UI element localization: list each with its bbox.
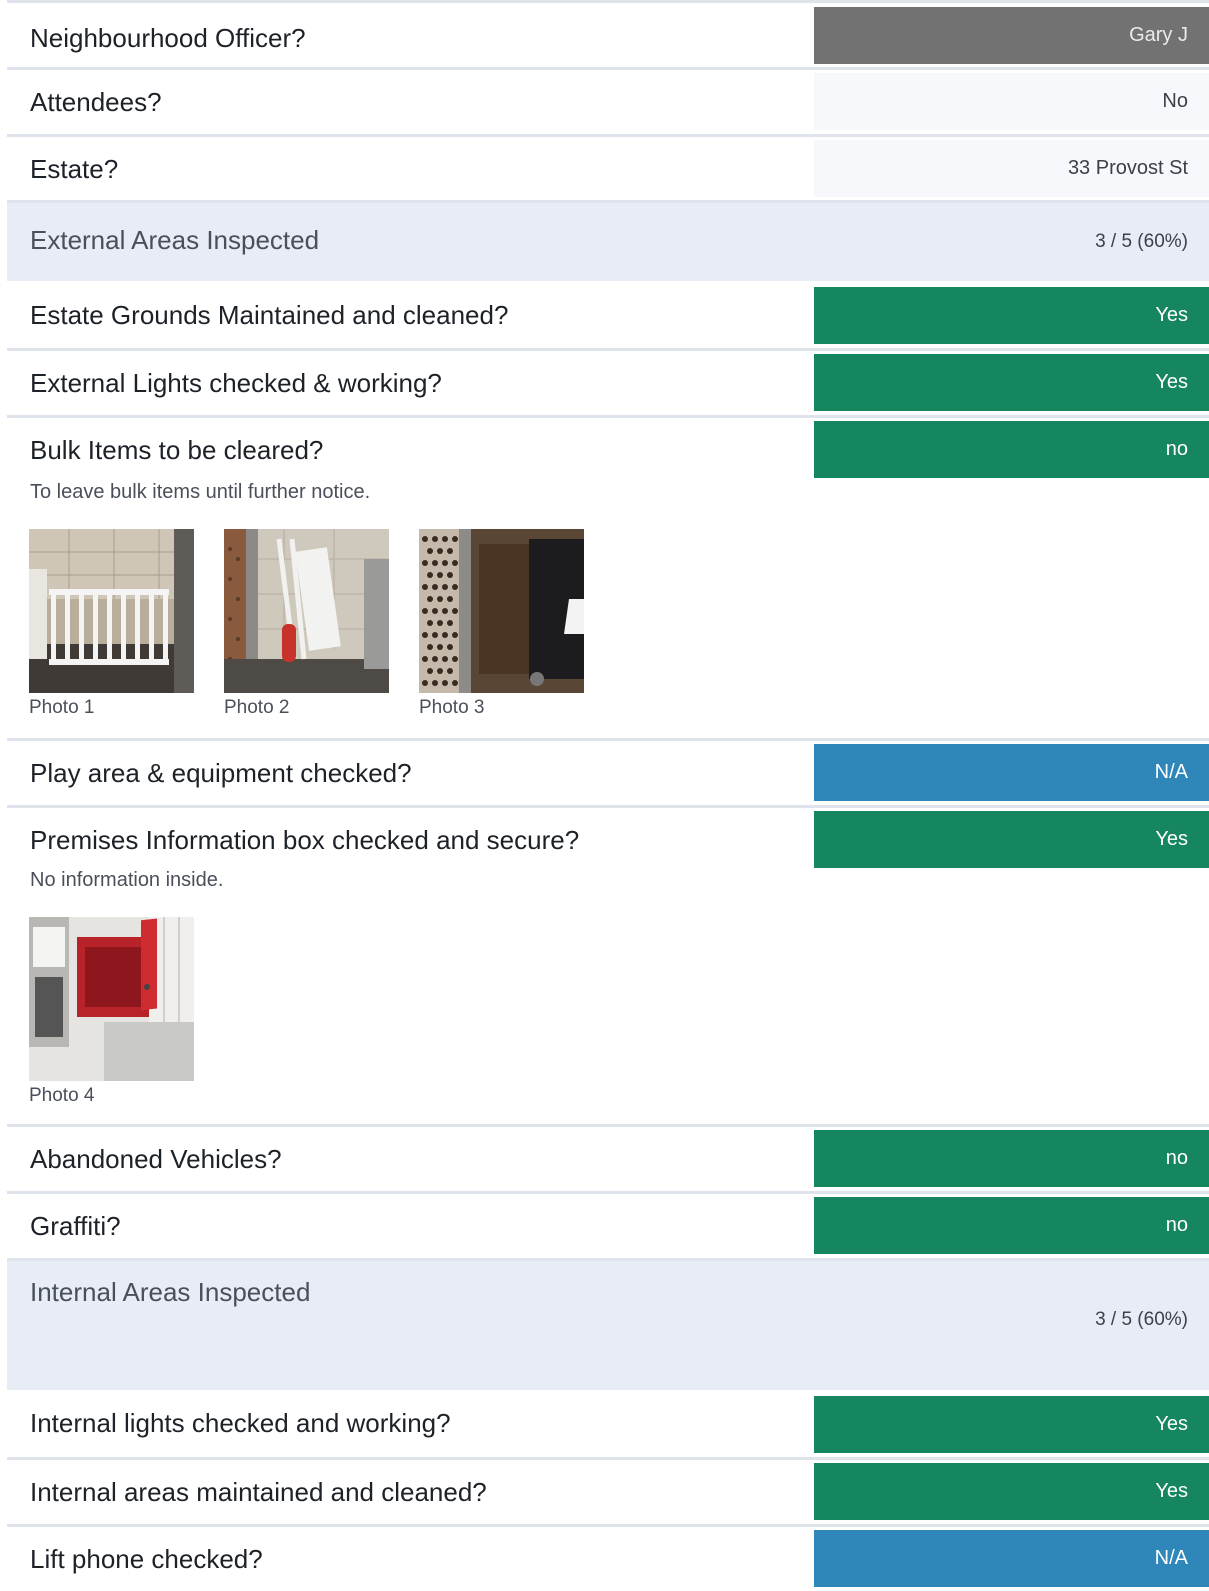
row-external-lights: External Lights checked & working? Yes: [7, 348, 1209, 415]
question-lift-phone: Lift phone checked?: [30, 1544, 263, 1574]
row-abandoned-vehicles: Abandoned Vehicles? no: [7, 1124, 1209, 1191]
answer-lift-phone: N/A: [814, 1530, 1209, 1587]
answer-premises-box: Yes: [814, 811, 1209, 868]
row-internal-lights: Internal lights checked and working? Yes: [7, 1390, 1209, 1457]
question-grounds: Estate Grounds Maintained and cleaned?: [30, 300, 509, 330]
section-score-external: 3 / 5 (60%): [1095, 231, 1188, 252]
photo-3-image[interactable]: [419, 529, 584, 693]
answer-attendees: No: [814, 73, 1209, 130]
answer-internal-lights: Yes: [814, 1396, 1209, 1453]
row-graffiti: Graffiti? no: [7, 1191, 1209, 1258]
answer-graffiti: no: [814, 1197, 1209, 1254]
question-external-lights: External Lights checked & working?: [30, 368, 442, 398]
section-title-internal: Internal Areas Inspected: [30, 1277, 311, 1307]
answer-play-area: N/A: [814, 744, 1209, 801]
row-bulk-items: Bulk Items to be cleared? no To leave bu…: [7, 415, 1209, 740]
photo-1-caption: Photo 1: [29, 697, 95, 718]
answer-bulk-items: no: [814, 421, 1209, 478]
section-internal: Internal Areas Inspected 3 / 5 (60%): [7, 1258, 1209, 1390]
answer-estate: 33 Provost St: [814, 140, 1209, 197]
row-attendees: Attendees? No: [7, 67, 1209, 134]
answer-external-lights: Yes: [814, 354, 1209, 411]
question-estate: Estate?: [30, 154, 119, 184]
question-attendees: Attendees?: [30, 87, 162, 117]
photo-3-caption: Photo 3: [419, 697, 485, 718]
section-external: External Areas Inspected 3 / 5 (60%): [7, 200, 1209, 281]
question-graffiti: Graffiti?: [30, 1211, 121, 1241]
section-score-internal: 3 / 5 (60%): [1095, 1309, 1188, 1330]
row-premises-box: Premises Information box checked and sec…: [7, 805, 1209, 1128]
note-bulk-items: To leave bulk items until further notice…: [30, 481, 371, 503]
question-abandoned-vehicles: Abandoned Vehicles?: [30, 1144, 282, 1174]
row-play-area: Play area & equipment checked? N/A: [7, 738, 1209, 805]
row-internal-areas: Internal areas maintained and cleaned? Y…: [7, 1457, 1209, 1524]
question-officer: Neighbourhood Officer?: [30, 23, 306, 53]
answer-abandoned-vehicles: no: [814, 1130, 1209, 1187]
photo-3[interactable]: Photo 3: [419, 529, 584, 720]
photo-2-caption: Photo 2: [224, 697, 290, 718]
photo-4-image[interactable]: [29, 917, 194, 1081]
question-bulk-items: Bulk Items to be cleared?: [30, 435, 324, 465]
row-officer: Neighbourhood Officer? Gary J: [7, 0, 1209, 67]
photo-4-caption: Photo 4: [29, 1085, 95, 1106]
question-play-area: Play area & equipment checked?: [30, 758, 412, 788]
question-premises-box: Premises Information box checked and sec…: [30, 825, 580, 855]
note-premises-box: No information inside.: [30, 869, 224, 891]
row-lift-phone: Lift phone checked? N/A: [7, 1524, 1209, 1587]
photo-4[interactable]: Photo 4: [29, 917, 194, 1108]
photo-1[interactable]: Photo 1: [29, 529, 194, 720]
answer-officer: Gary J: [814, 7, 1209, 64]
answer-grounds: Yes: [814, 287, 1209, 344]
answer-internal-areas: Yes: [814, 1463, 1209, 1520]
photo-2-image[interactable]: [224, 529, 389, 693]
row-grounds: Estate Grounds Maintained and cleaned? Y…: [7, 281, 1209, 348]
photo-1-image[interactable]: [29, 529, 194, 693]
section-title-external: External Areas Inspected: [30, 225, 320, 255]
row-estate: Estate? 33 Provost St: [7, 134, 1209, 201]
photo-2[interactable]: Photo 2: [224, 529, 389, 720]
question-internal-lights: Internal lights checked and working?: [30, 1408, 451, 1438]
question-internal-areas: Internal areas maintained and cleaned?: [30, 1477, 487, 1507]
